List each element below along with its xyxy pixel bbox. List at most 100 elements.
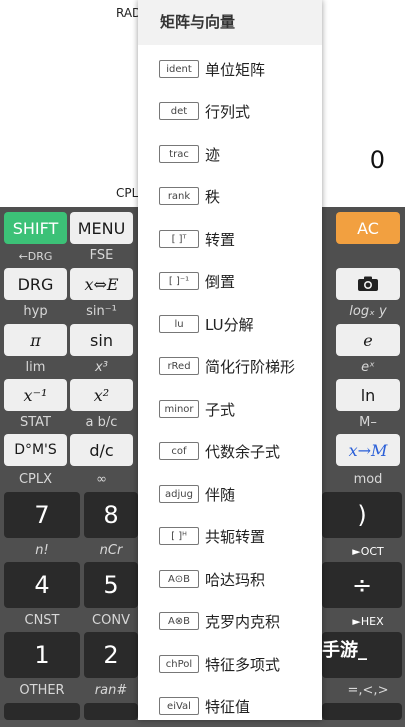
conjugate-transpose-icon: [ ]ᴴ	[159, 527, 199, 545]
matrix-vector-menu: 矩阵与向量 ident 单位矩阵 det 行列式 trac 迹 rank 秩 […	[138, 0, 322, 720]
determinant-icon: det	[159, 102, 199, 120]
label-infinity: ∞	[96, 472, 107, 487]
cofactor-icon: cof	[159, 442, 199, 460]
menu-title: 矩阵与向量	[138, 0, 322, 45]
label-factorial: n!	[35, 543, 49, 558]
digit-7-button[interactable]: 7	[4, 492, 80, 538]
ln-button[interactable]: ln	[336, 379, 400, 411]
label-left-drg: ←DRG	[18, 250, 53, 263]
label-conv: CONV	[92, 613, 130, 628]
menu-item-label: 特征多项式	[205, 655, 281, 674]
label-logxy: logₓ y	[349, 304, 387, 319]
divide-button[interactable]: ÷	[322, 562, 402, 608]
menu-item-label: LU分解	[205, 315, 254, 334]
menu-item-label: 单位矩阵	[205, 60, 266, 79]
trace-icon: trac	[159, 145, 199, 163]
identity-icon: ident	[159, 60, 199, 78]
label-hyp: hyp	[23, 304, 48, 319]
menu-item-adjugate[interactable]: adjug 伴随	[138, 473, 322, 515]
menu-item-label: 子式	[205, 400, 236, 419]
digit-1-button[interactable]: 1	[4, 632, 80, 678]
result-value: 0	[369, 146, 385, 174]
label-ncr: nCr	[99, 543, 123, 558]
lu-icon: lu	[159, 315, 199, 333]
label-x-cubed: x³	[95, 360, 108, 375]
label-hex: ►HEX	[352, 615, 384, 628]
label-oct: ►OCT	[352, 545, 384, 558]
hadamard-icon: A⊙B	[159, 570, 199, 588]
menu-item-lu[interactable]: lu LU分解	[138, 303, 322, 345]
label-e-power-x: eˣ	[361, 360, 375, 375]
digit-2-button[interactable]: 2	[84, 632, 138, 678]
ac-button[interactable]: AC	[336, 212, 400, 244]
menu-item-label: 克罗内克积	[205, 612, 281, 631]
label-cplx: CPLX	[18, 472, 53, 487]
menu-item-label: 伴随	[205, 485, 236, 504]
menu-item-label: 秩	[205, 187, 221, 206]
bottom-left-key[interactable]	[4, 703, 80, 720]
menu-item-trace[interactable]: trac 迹	[138, 133, 322, 175]
menu-item-cofactor[interactable]: cof 代数余子式	[138, 430, 322, 472]
e-button[interactable]: e	[336, 324, 400, 356]
menu-item-determinant[interactable]: det 行列式	[138, 90, 322, 132]
label-lim: lim	[25, 360, 46, 375]
menu-item-label: 简化行阶梯形	[205, 357, 296, 376]
sin-button[interactable]: sin	[70, 324, 133, 356]
menu-item-eigenvalue[interactable]: eiVal 特征值	[138, 685, 322, 727]
menu-item-hadamard[interactable]: A⊙B 哈达玛积	[138, 558, 322, 600]
menu-item-label: 特征值	[205, 697, 251, 716]
drg-button[interactable]: DRG	[4, 268, 67, 300]
menu-item-label: 迹	[205, 145, 221, 164]
menu-item-label: 共轭转置	[205, 527, 266, 546]
watermark: 手游_	[322, 640, 367, 661]
label-fraction: a b/c	[85, 415, 118, 430]
menu-item-label: 行列式	[205, 102, 251, 121]
menu-item-char-poly[interactable]: chPol 特征多项式	[138, 643, 322, 685]
kronecker-icon: A⊗B	[159, 612, 199, 630]
char-poly-icon: chPol	[159, 655, 199, 673]
menu-item-inverse[interactable]: [ ]⁻¹ 倒置	[138, 260, 322, 302]
label-fse: FSE	[89, 248, 114, 263]
transpose-icon: [ ]ᵀ	[159, 230, 199, 248]
menu-item-label: 转置	[205, 230, 236, 249]
menu-item-kronecker[interactable]: A⊗B 克罗内克积	[138, 600, 322, 642]
eigenvalue-icon: eiVal	[159, 697, 199, 715]
pi-button[interactable]: π	[4, 324, 67, 356]
label-m-minus: M–	[359, 415, 377, 430]
menu-item-rref[interactable]: rRed 简化行阶梯形	[138, 345, 322, 387]
digit-4-button[interactable]: 4	[4, 562, 80, 608]
menu-item-rank[interactable]: rank 秩	[138, 175, 322, 217]
menu-item-minor[interactable]: minor 子式	[138, 388, 322, 430]
label-stat: STAT	[19, 415, 51, 430]
x-squared-button[interactable]: x²	[70, 379, 133, 411]
right-paren-button[interactable]: )	[322, 492, 402, 538]
label-ran: ran#	[94, 683, 128, 698]
x-to-m-button[interactable]: x→M	[336, 434, 400, 466]
menu-item-identity[interactable]: ident 单位矩阵	[138, 48, 322, 90]
label-other: OTHER	[19, 683, 65, 698]
label-cnst: CNST	[24, 613, 60, 628]
label-mod: mod	[353, 472, 383, 487]
digit-8-button[interactable]: 8	[84, 492, 138, 538]
minor-icon: minor	[159, 400, 199, 418]
camera-button[interactable]	[336, 268, 400, 300]
complex-mode-indicator: CPL	[116, 186, 139, 200]
adjugate-icon: adjug	[159, 485, 199, 503]
menu-item-transpose[interactable]: [ ]ᵀ 转置	[138, 218, 322, 260]
camera-icon	[358, 276, 378, 291]
menu-item-label: 哈达玛积	[205, 570, 266, 589]
menu-item-conjugate-transpose[interactable]: [ ]ᴴ 共轭转置	[138, 515, 322, 557]
label-arcsin: sin⁻¹	[86, 304, 117, 319]
x-swap-e-button[interactable]: x⇔E	[70, 268, 133, 300]
bottom-middle-key[interactable]	[84, 703, 138, 720]
digit-5-button[interactable]: 5	[84, 562, 138, 608]
menu-item-label: 代数余子式	[205, 442, 281, 461]
bottom-right-key[interactable]	[322, 703, 402, 720]
x-inverse-button[interactable]: x⁻¹	[4, 379, 67, 411]
menu-button[interactable]: MENU	[70, 212, 133, 244]
fraction-button[interactable]: d/c	[70, 434, 133, 466]
rank-icon: rank	[159, 187, 199, 205]
shift-button[interactable]: SHIFT	[4, 212, 67, 244]
menu-item-label: 倒置	[205, 272, 236, 291]
dms-button[interactable]: D°M'S	[4, 434, 67, 466]
